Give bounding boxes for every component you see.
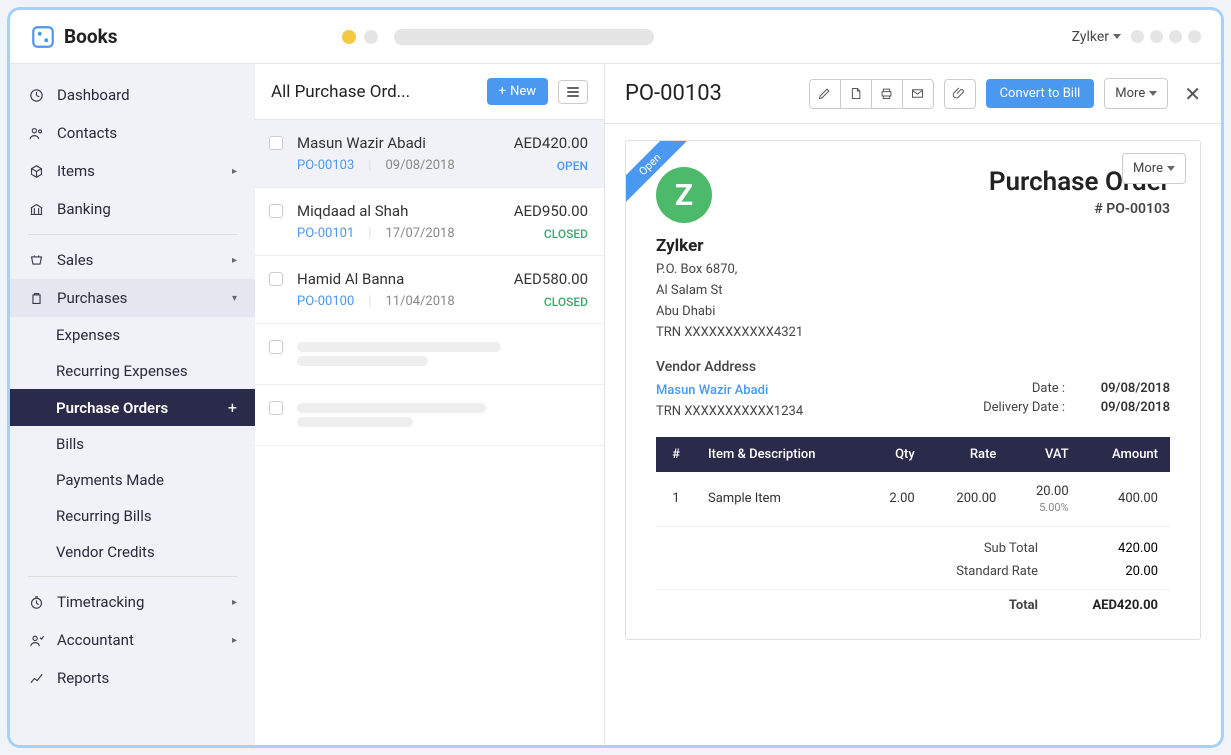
sub-bills[interactable]: Bills <box>10 426 255 462</box>
sub-purchase-orders[interactable]: Purchase Orders+ <box>10 389 255 426</box>
clock-icon <box>28 594 45 611</box>
checkbox[interactable] <box>269 272 283 286</box>
detail-header: PO-00103 Convert to Bill More ✕ <box>605 64 1221 124</box>
detail-column: PO-00103 Convert to Bill More ✕ Open Mor… <box>605 64 1221 745</box>
window-dot <box>364 30 378 44</box>
pdf-icon <box>848 86 863 101</box>
caret-down-icon: ▾ <box>232 293 237 304</box>
header-dot[interactable] <box>1188 30 1201 43</box>
skeleton-item <box>255 324 604 385</box>
header-dot[interactable] <box>1169 30 1182 43</box>
status-ribbon: Open <box>626 141 694 209</box>
window-controls <box>342 29 654 45</box>
sidebar-contacts[interactable]: Contacts <box>10 114 255 152</box>
mail-button[interactable] <box>902 79 934 109</box>
caret-down-icon <box>1113 34 1121 39</box>
sub-recurring-bills[interactable]: Recurring Bills <box>10 498 255 534</box>
divider <box>28 576 237 577</box>
plus-icon[interactable]: + <box>228 398 237 417</box>
hamburger-button[interactable] <box>558 80 588 104</box>
contacts-icon <box>28 125 45 142</box>
date-block: Date :09/08/2018 Delivery Date :09/08/20… <box>983 381 1170 419</box>
window-dot <box>342 30 356 44</box>
header-actions <box>1131 30 1201 43</box>
print-icon <box>879 86 894 101</box>
divider <box>28 234 237 235</box>
skeleton-item <box>255 385 604 446</box>
sidebar-dashboard[interactable]: Dashboard <box>10 76 255 114</box>
dashboard-icon <box>28 87 45 104</box>
close-button[interactable]: ✕ <box>1184 82 1201 106</box>
sidebar-items[interactable]: Items▸ <box>10 152 255 190</box>
caret-down-icon <box>1149 91 1157 96</box>
chevron-right-icon: ▸ <box>232 166 237 177</box>
app-name: Books <box>64 25 117 48</box>
sub-vendor-credits[interactable]: Vendor Credits <box>10 534 255 570</box>
sidebar-timetracking[interactable]: Timetracking▸ <box>10 583 255 621</box>
chevron-right-icon: ▸ <box>232 635 237 646</box>
sidebar-purchases[interactable]: Purchases▾ <box>10 279 255 317</box>
org-address: Zylker P.O. Box 6870, Al Salam St Abu Dh… <box>656 233 803 343</box>
banking-icon <box>28 201 45 218</box>
po-list-item[interactable]: Masun Wazir AbadiAED420.00 PO-00103|09/0… <box>255 120 604 188</box>
books-icon <box>30 24 56 50</box>
items-icon <box>28 163 45 180</box>
checkbox[interactable] <box>269 204 283 218</box>
sub-payments-made[interactable]: Payments Made <box>10 462 255 498</box>
list-column: All Purchase Ord... +New Masun Wazir Aba… <box>255 64 605 745</box>
attach-button[interactable] <box>944 79 976 109</box>
url-placeholder <box>394 29 654 45</box>
reports-icon <box>28 670 45 687</box>
list-header: All Purchase Ord... +New <box>255 64 604 120</box>
app-frame: Books Zylker Dashboard Contacts Items▸ <box>10 10 1221 745</box>
caret-down-icon <box>1167 166 1175 171</box>
sidebar-sales[interactable]: Sales▸ <box>10 241 255 279</box>
new-button[interactable]: +New <box>487 78 548 105</box>
table-row: 1 Sample Item 2.00 200.00 20.005.00% 400… <box>656 472 1170 527</box>
edit-button[interactable] <box>809 79 841 109</box>
chevron-right-icon: ▸ <box>232 255 237 266</box>
doc-more-button[interactable]: More <box>1122 153 1186 184</box>
mail-icon <box>910 86 925 101</box>
sub-expenses[interactable]: Expenses <box>10 317 255 353</box>
sales-icon <box>28 252 45 269</box>
checkbox[interactable] <box>269 401 283 415</box>
paperclip-icon <box>952 86 967 101</box>
sidebar-reports[interactable]: Reports <box>10 659 255 697</box>
po-list-item[interactable]: Miqdaad al ShahAED950.00 PO-00101|17/07/… <box>255 188 604 256</box>
topbar: Books Zylker <box>10 10 1221 64</box>
totals-block: Sub Total420.00 Standard Rate20.00 Total… <box>656 537 1170 617</box>
header-dot[interactable] <box>1150 30 1163 43</box>
pencil-icon <box>817 86 832 101</box>
plus-icon: + <box>499 84 506 99</box>
convert-to-bill-button[interactable]: Convert to Bill <box>986 79 1095 108</box>
detail-title: PO-00103 <box>625 81 799 106</box>
org-switcher[interactable]: Zylker <box>1072 29 1121 45</box>
checkbox[interactable] <box>269 340 283 354</box>
checkbox[interactable] <box>269 136 283 150</box>
vendor-address: Masun Wazir Abadi TRN XXXXXXXXXXX1234 <box>656 381 803 423</box>
document-card: Open More Z Zylker P.O. Box 6870, Al Sal… <box>625 140 1201 640</box>
sidebar: Dashboard Contacts Items▸ Banking Sales▸… <box>10 64 255 745</box>
sidebar-banking[interactable]: Banking <box>10 190 255 228</box>
list-title[interactable]: All Purchase Ord... <box>271 82 477 102</box>
sub-recurring-expenses[interactable]: Recurring Expenses <box>10 353 255 389</box>
header-dot[interactable] <box>1131 30 1144 43</box>
pdf-button[interactable] <box>840 79 872 109</box>
vendor-address-label: Vendor Address <box>656 359 1170 375</box>
purchases-icon <box>28 290 45 307</box>
doc-number: # PO-00103 <box>989 201 1170 217</box>
line-items-table: # Item & Description Qty Rate VAT Amount… <box>656 437 1170 527</box>
chevron-right-icon: ▸ <box>232 597 237 608</box>
print-button[interactable] <box>871 79 903 109</box>
sidebar-accountant[interactable]: Accountant▸ <box>10 621 255 659</box>
accountant-icon <box>28 632 45 649</box>
app-logo[interactable]: Books <box>30 24 117 50</box>
po-list-item[interactable]: Hamid Al BannaAED580.00 PO-00100|11/04/2… <box>255 256 604 324</box>
more-button[interactable]: More <box>1104 78 1168 109</box>
